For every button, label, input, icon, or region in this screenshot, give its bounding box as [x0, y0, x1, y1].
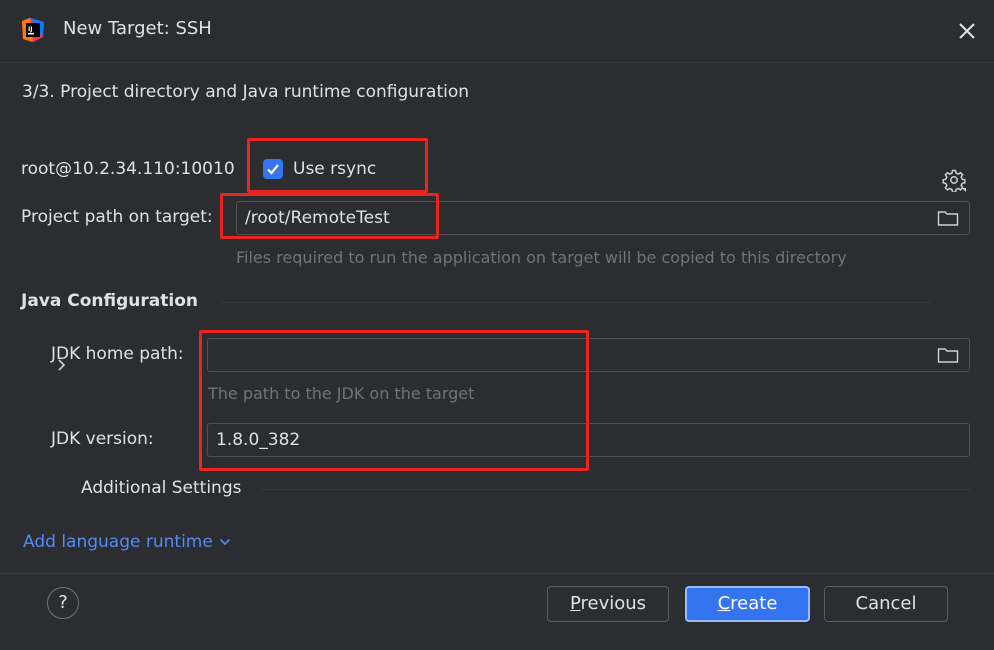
add-language-runtime-label: Add language runtime [23, 532, 213, 552]
folder-browse-icon[interactable] [937, 209, 959, 227]
intellij-logo-icon: IJ [22, 18, 44, 42]
use-rsync-label[interactable]: Use rsync [293, 159, 376, 179]
use-rsync-checkbox[interactable] [263, 159, 283, 179]
help-button[interactable]: ? [47, 587, 79, 619]
section-divider [222, 302, 930, 303]
section-divider [262, 489, 970, 490]
java-configuration-title: Java Configuration [21, 291, 198, 311]
close-icon[interactable] [954, 18, 980, 44]
project-path-value: /root/RemoteTest [245, 208, 390, 228]
additional-settings-toggle[interactable]: Additional Settings [81, 478, 241, 498]
jdk-version-label: JDK version: [51, 429, 154, 449]
previous-button[interactable]: Previous [547, 586, 669, 622]
add-language-runtime-link[interactable]: Add language runtime [23, 532, 231, 552]
title-bar: IJ New Target: SSH [0, 0, 994, 62]
project-path-input[interactable]: /root/RemoteTest [236, 201, 970, 235]
previous-label: revious [580, 593, 647, 614]
jdk-home-hint: The path to the JDK on the target [208, 384, 475, 403]
create-mnemonic: C [717, 593, 731, 614]
svg-text:IJ: IJ [28, 26, 32, 33]
step-title: 3/3. Project directory and Java runtime … [22, 82, 470, 102]
dialog-title: New Target: SSH [63, 18, 212, 39]
gear-icon[interactable] [942, 168, 966, 192]
project-path-hint: Files required to run the application on… [236, 248, 847, 267]
project-path-label: Project path on target: [21, 207, 213, 227]
previous-mnemonic: P [569, 593, 581, 614]
folder-browse-icon[interactable] [937, 346, 959, 364]
jdk-home-input[interactable] [207, 338, 970, 372]
dialog-content: root@10.2.34.110:10010 Use rsync Project… [0, 123, 994, 573]
jdk-home-label: JDK home path: [51, 344, 184, 364]
jdk-version-value: 1.8.0_382 [216, 430, 301, 450]
dialog-footer: ? Previous Create Cancel [0, 573, 994, 650]
ssh-host-label: root@10.2.34.110:10010 [21, 159, 235, 179]
create-label: reate [730, 593, 778, 614]
cancel-button[interactable]: Cancel [824, 586, 948, 622]
new-target-dialog: IJ New Target: SSH 3/3. Project director… [0, 0, 994, 650]
jdk-version-input[interactable]: 1.8.0_382 [207, 423, 970, 457]
create-button[interactable]: Create [685, 586, 810, 622]
chevron-right-icon[interactable] [56, 358, 68, 372]
chevron-down-icon [219, 538, 230, 546]
checkmark-icon [267, 164, 279, 175]
step-header: 3/3. Project directory and Java runtime … [0, 62, 994, 124]
